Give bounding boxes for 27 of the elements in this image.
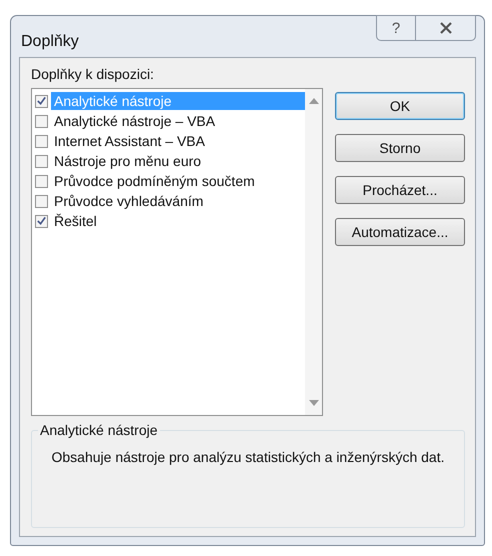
scroll-up-icon[interactable]	[308, 98, 318, 104]
dialog-button[interactable]: Procházet...	[335, 176, 465, 204]
list-item[interactable]: Internet Assistant – VBA	[51, 132, 305, 150]
close-button[interactable]	[416, 15, 476, 41]
dialog-button[interactable]: Storno	[335, 134, 465, 162]
checkbox[interactable]	[35, 214, 48, 228]
scrollbar[interactable]	[305, 89, 322, 415]
group-title: Analytické nástroje	[38, 422, 160, 438]
checkbox[interactable]	[35, 114, 48, 128]
list-label: Doplňky k dispozici:	[31, 66, 154, 82]
list-item[interactable]: Řešitel	[51, 212, 305, 230]
scroll-down-icon[interactable]	[308, 400, 318, 406]
checkbox[interactable]	[35, 194, 48, 208]
list-item[interactable]: Průvodce vyhledáváním	[51, 192, 305, 210]
dialog-button[interactable]: OK	[335, 92, 465, 120]
checkbox[interactable]	[35, 134, 48, 148]
close-icon[interactable]	[438, 22, 452, 34]
help-button[interactable]: ?	[376, 15, 416, 41]
checkbox[interactable]	[35, 154, 48, 168]
checkbox[interactable]	[35, 94, 48, 108]
description-text: Obsahuje nástroje pro analýzu statistických a inženýrských dat.	[52, 448, 444, 467]
list-item[interactable]: Nástroje pro měnu euro	[51, 152, 305, 170]
list-item[interactable]: Analytické nástroje – VBA	[51, 112, 305, 130]
window-title: Doplňky	[21, 33, 79, 51]
list-item[interactable]: Průvodce podmíněným součtem	[51, 172, 305, 190]
checkbox[interactable]	[35, 174, 48, 188]
dialog-button[interactable]: Automatizace...	[335, 218, 465, 246]
